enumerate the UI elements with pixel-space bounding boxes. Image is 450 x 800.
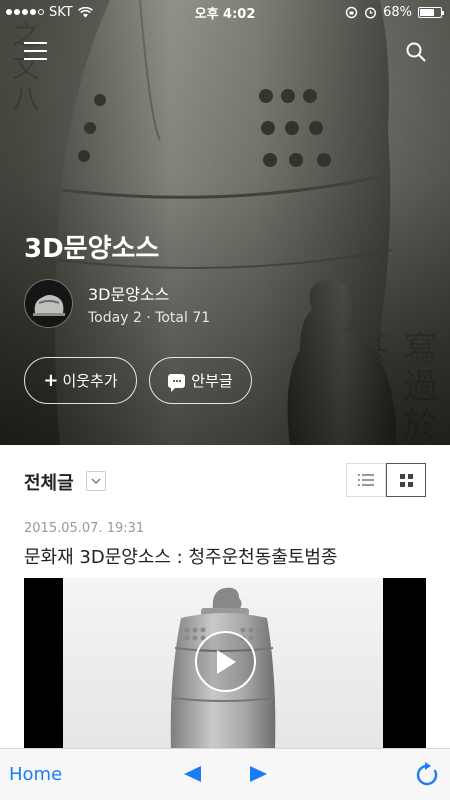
- post-date: 2015.05.07. 19:31: [24, 521, 145, 536]
- add-neighbor-button[interactable]: + 이웃추가: [24, 357, 137, 404]
- menu-icon[interactable]: [24, 42, 47, 60]
- category-title[interactable]: 전체글: [24, 469, 74, 495]
- grid-view-button[interactable]: [386, 463, 426, 497]
- list-view-button[interactable]: [346, 463, 386, 497]
- plus-icon: +: [43, 370, 59, 391]
- forward-arrow-icon[interactable]: [249, 765, 268, 783]
- post-list-header: 전체글: [24, 463, 426, 497]
- reload-icon[interactable]: [415, 761, 439, 787]
- visitor-stats: Today 2 · Total 71: [88, 310, 211, 326]
- home-button[interactable]: Home: [9, 764, 62, 785]
- grid-view-icon: [399, 473, 413, 487]
- play-button[interactable]: [195, 631, 256, 692]
- post-video[interactable]: [24, 578, 426, 748]
- search-icon[interactable]: [406, 42, 426, 62]
- view-toggle: [346, 463, 426, 497]
- battery-icon: [418, 6, 444, 18]
- blog-title[interactable]: 3D문양소스: [24, 228, 159, 265]
- list-view-icon: [358, 474, 374, 486]
- alarm-icon: [365, 6, 377, 19]
- status-bar: SKT 오후 4:02 68%: [0, 0, 450, 24]
- back-arrow-icon[interactable]: [183, 765, 202, 783]
- dropdown-chevron-icon: [91, 478, 101, 484]
- browser-toolbar: Home: [0, 748, 450, 800]
- avatar-image: [32, 294, 65, 316]
- speech-bubble-icon: [168, 373, 186, 392]
- profile: 3D문양소스 Today 2 · Total 71: [24, 279, 210, 328]
- profile-name[interactable]: 3D문양소스: [88, 281, 210, 305]
- battery-percent: 68%: [383, 4, 412, 20]
- post-title[interactable]: 문화재 3D문양소스 : 청주운천동출토범종: [24, 543, 338, 569]
- play-icon: [216, 649, 236, 674]
- category-dropdown[interactable]: [86, 471, 106, 491]
- guestbook-label: 안부글: [191, 372, 233, 390]
- rotation-lock-icon: [345, 6, 358, 18]
- guestbook-button[interactable]: 안부글: [149, 357, 252, 404]
- avatar[interactable]: [24, 279, 73, 328]
- add-neighbor-label: 이웃추가: [62, 372, 118, 390]
